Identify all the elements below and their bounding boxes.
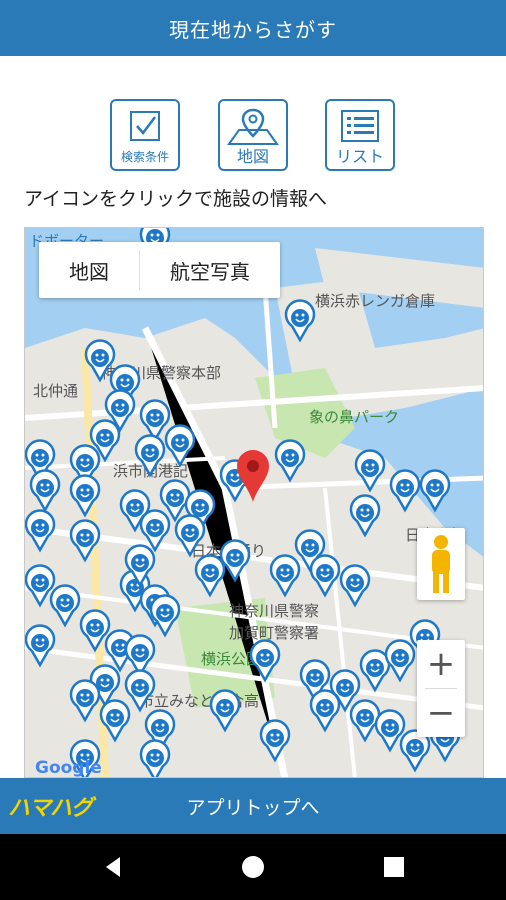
facility-pin-icon[interactable] <box>274 439 306 483</box>
facility-pin-icon[interactable] <box>134 434 166 478</box>
page-title: 現在地からさがす <box>169 17 337 42</box>
facility-pin-icon[interactable] <box>124 669 156 713</box>
facility-pin-icon[interactable] <box>25 624 56 668</box>
facility-pin-icon[interactable] <box>354 449 386 493</box>
facility-pin-icon[interactable] <box>359 649 391 693</box>
home-icon[interactable] <box>233 852 273 882</box>
map-type-map-button[interactable]: 地図 <box>39 242 139 298</box>
facility-pin-icon[interactable] <box>384 639 416 683</box>
zoom-out-button[interactable]: − <box>417 689 465 737</box>
facility-pin-icon[interactable] <box>124 634 156 678</box>
facility-pin-icon[interactable] <box>194 554 226 598</box>
map-view[interactable]: ドボーター 横浜赤レンガ倉庫 神奈川県警察本部 北仲通 象の鼻パーク 浜市開港記… <box>24 227 484 778</box>
facility-pin-icon[interactable] <box>69 679 101 723</box>
list-icon <box>330 104 390 148</box>
facility-pin-icon[interactable] <box>174 514 206 558</box>
pegman-icon[interactable] <box>417 528 465 600</box>
facility-pin-icon[interactable] <box>139 509 171 553</box>
map-view-label: 地図 <box>236 147 269 166</box>
android-nav-bar <box>0 834 506 900</box>
facility-pin-icon[interactable] <box>139 739 171 778</box>
facility-pin-icon[interactable] <box>339 564 371 608</box>
facility-pin-icon[interactable] <box>84 339 116 383</box>
facility-pin-icon[interactable] <box>349 699 381 743</box>
facility-pin-icon[interactable] <box>69 474 101 518</box>
checkbox-icon <box>115 104 175 148</box>
current-location-icon <box>237 450 269 502</box>
map-pin-icon <box>223 104 283 148</box>
facility-pin-icon[interactable] <box>249 639 281 683</box>
map-type-aerial-button[interactable]: 航空写真 <box>140 242 280 298</box>
facility-pin-icon[interactable] <box>309 689 341 733</box>
zoom-control: + − <box>417 640 465 737</box>
zoom-in-button[interactable]: + <box>417 640 465 688</box>
search-conditions-label: 検索条件 <box>120 150 169 164</box>
map-view-button[interactable]: 地図 <box>218 99 288 171</box>
facility-pin-icon[interactable] <box>209 689 241 733</box>
back-icon[interactable] <box>92 852 132 882</box>
facility-pins[interactable] <box>25 228 484 778</box>
facility-pin-icon[interactable] <box>389 469 421 513</box>
instruction-text: アイコンをクリックで施設の情報へ <box>24 188 328 210</box>
facility-pin-icon[interactable] <box>149 594 181 638</box>
facility-pin-icon[interactable] <box>29 469 61 513</box>
header-bar: 現在地からさがす <box>0 0 506 56</box>
facility-pin-icon[interactable] <box>49 584 81 628</box>
facility-pin-icon[interactable] <box>309 554 341 598</box>
facility-pin-icon[interactable] <box>349 494 381 538</box>
hamahagu-logo: ハマハグ <box>8 796 93 821</box>
google-logo: Google <box>35 758 102 778</box>
recents-icon[interactable] <box>374 852 414 882</box>
facility-pin-icon[interactable] <box>25 509 56 553</box>
list-view-label: リスト <box>335 147 384 166</box>
facility-pin-icon[interactable] <box>219 539 251 583</box>
footer-bar: アプリトップへ ハマハグ <box>0 778 506 834</box>
facility-pin-icon[interactable] <box>99 699 131 743</box>
facility-pin-icon[interactable] <box>139 399 171 443</box>
facility-pin-icon[interactable] <box>259 719 291 763</box>
facility-pin-icon[interactable] <box>269 554 301 598</box>
facility-pin-icon[interactable] <box>69 519 101 563</box>
map-type-control: 地図 航空写真 <box>39 242 280 298</box>
list-view-button[interactable]: リスト <box>325 99 395 171</box>
facility-pin-icon[interactable] <box>164 424 196 468</box>
facility-pin-icon[interactable] <box>419 469 451 513</box>
facility-pin-icon[interactable] <box>284 299 316 343</box>
search-conditions-button[interactable]: 検索条件 <box>110 99 180 171</box>
